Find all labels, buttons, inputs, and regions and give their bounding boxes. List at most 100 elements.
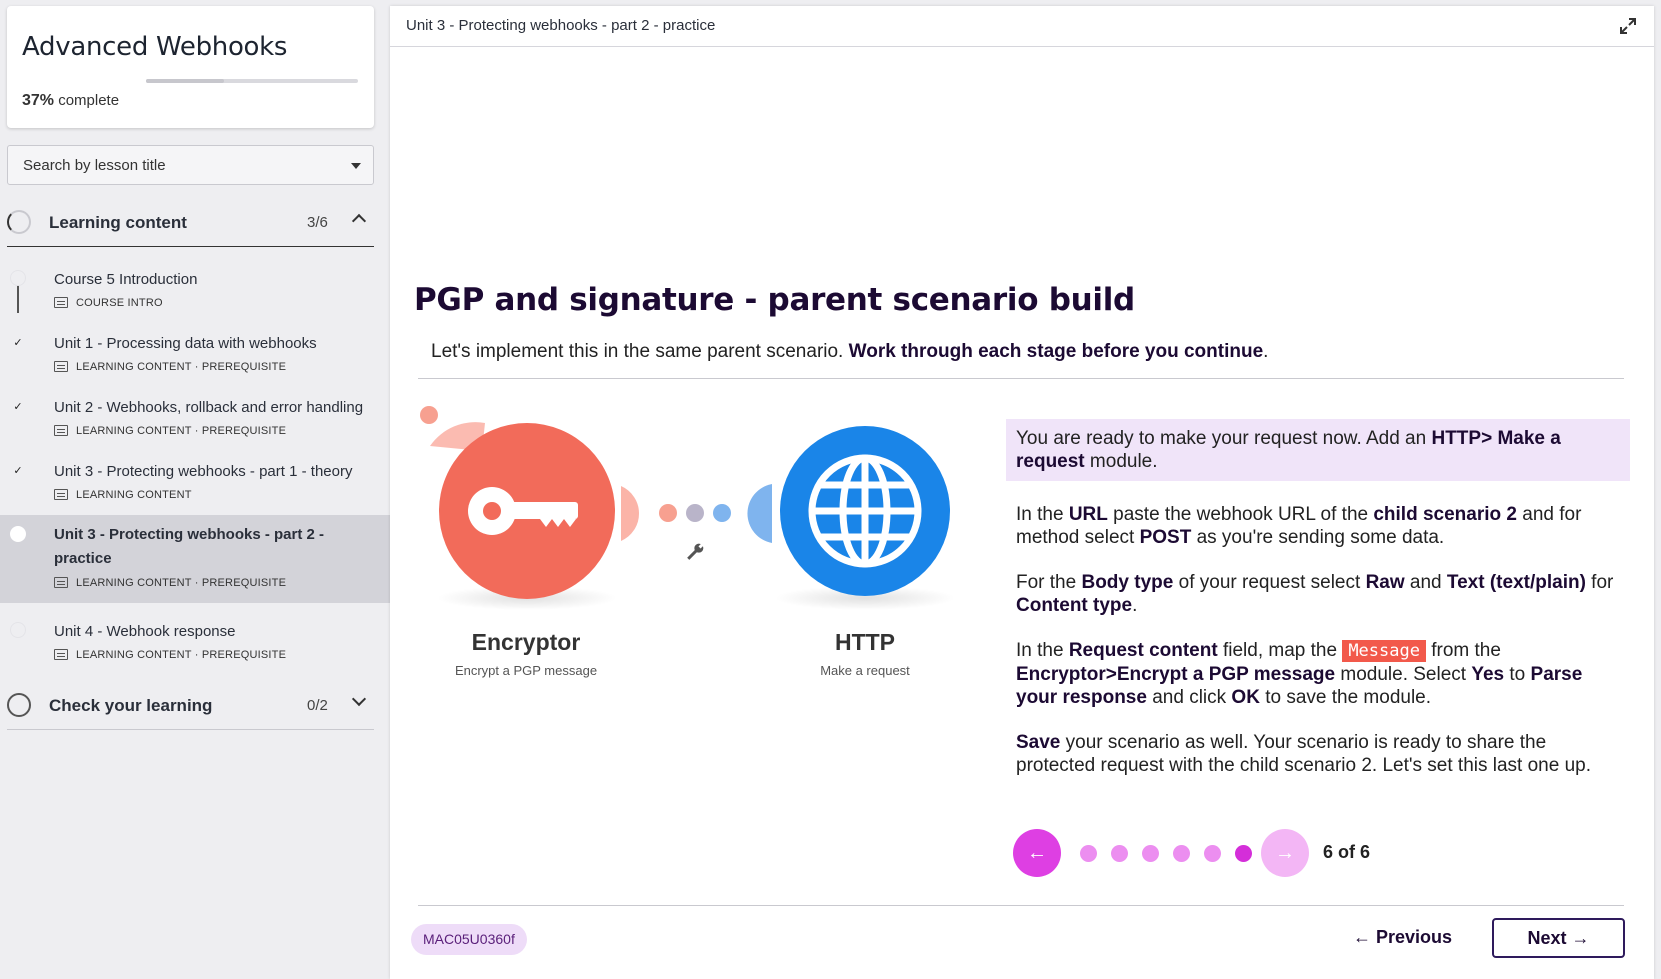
- lesson-title: Unit 3 - Protecting webhooks - part 2 - …: [54, 526, 325, 567]
- globe-icon: [808, 454, 922, 568]
- lesson-topbar: Unit 3 - Protecting webhooks - part 2 - …: [390, 6, 1654, 47]
- lesson-search-select[interactable]: Search by lesson title: [7, 145, 374, 185]
- progress-suffix: complete: [58, 92, 120, 109]
- text: For the: [1016, 572, 1082, 593]
- lesson-meta-text: LEARNING CONTENT · PREREQUISITE: [76, 577, 287, 589]
- section-check-your-learning[interactable]: Check your learning 0/2: [7, 680, 374, 730]
- chevron-up-icon[interactable]: [351, 213, 367, 229]
- arrow-right-icon: →: [1275, 841, 1295, 864]
- text-bold: Body type: [1081, 572, 1174, 593]
- text-bold: Yes: [1471, 664, 1505, 685]
- encryptor-action: Encrypt a PGP message: [455, 663, 597, 678]
- lesson-item[interactable]: Unit 4 - Webhook response LEARNING CONTE…: [0, 608, 390, 668]
- lesson-status-dot: [10, 526, 26, 542]
- search-label: Search by lesson title: [23, 157, 166, 174]
- lesson-item[interactable]: ✓ Unit 2 - Webhooks, rollback and error …: [0, 384, 390, 444]
- lesson-title: Unit 3 - Protecting webhooks - part 1 - …: [54, 463, 353, 480]
- course-sidebar: Advanced Webhooks 37% complete Search by…: [0, 0, 390, 979]
- text: In the: [1016, 504, 1069, 525]
- carousel-dot[interactable]: [1173, 845, 1190, 862]
- text: field, map the: [1217, 640, 1343, 661]
- lesson-title: Unit 4 - Webhook response: [54, 623, 236, 640]
- carousel-dot-active[interactable]: [1235, 845, 1252, 862]
- http-module: [747, 426, 955, 610]
- http-action: Make a request: [820, 663, 910, 678]
- lesson-meta-text: LEARNING CONTENT: [76, 489, 192, 501]
- text-bold: OK: [1231, 687, 1260, 708]
- text: of your request select: [1173, 572, 1366, 593]
- carousel-next-button[interactable]: →: [1261, 829, 1309, 877]
- step-paragraph: Save your scenario as well. Your scenari…: [1006, 731, 1630, 777]
- progress-ring-icon: [7, 693, 31, 717]
- section-count: 3/6: [307, 214, 328, 231]
- lesson-item[interactable]: ✓ Unit 3 - Protecting webhooks - part 1 …: [0, 448, 390, 508]
- step-content: You are ready to make your request now. …: [1006, 419, 1630, 777]
- text-bold: Encryptor>Encrypt a PGP message: [1016, 664, 1336, 685]
- lesson-code-badge: MAC05U0360f: [411, 924, 527, 955]
- text-bold: Content type: [1016, 595, 1133, 616]
- intro-bold: Work through each stage before you conti…: [848, 341, 1264, 362]
- carousel-dot[interactable]: [1080, 845, 1097, 862]
- lesson-item-active[interactable]: Unit 3 - Protecting webhooks - part 2 - …: [0, 515, 390, 603]
- progress-percent: 37%: [22, 92, 55, 109]
- text-bold: Raw: [1365, 572, 1405, 593]
- text: paste the webhook URL of the: [1107, 504, 1374, 525]
- divider: [418, 378, 1624, 379]
- progress-ring-icon: [7, 210, 31, 234]
- wrench-icon: [687, 542, 705, 560]
- carousel-prev-button[interactable]: ←: [1013, 829, 1061, 877]
- carousel-dot[interactable]: [1142, 845, 1159, 862]
- carousel-dot[interactable]: [1111, 845, 1128, 862]
- lesson-meta-text: LEARNING CONTENT · PREREQUISITE: [76, 425, 287, 437]
- lesson-title: Course 5 Introduction: [54, 271, 198, 288]
- section-learning-content[interactable]: Learning content 3/6: [7, 197, 374, 247]
- mapped-field-token: Message: [1342, 640, 1426, 662]
- encryptor-name: Encryptor: [472, 629, 581, 655]
- chevron-down-icon[interactable]: [351, 691, 367, 707]
- course-progress-card: Advanced Webhooks 37% complete: [7, 6, 374, 128]
- progress-text: 37% complete: [22, 92, 119, 110]
- carousel-dot[interactable]: [1204, 845, 1221, 862]
- arrow-left-icon: ←: [1353, 927, 1377, 947]
- progress-bar-fill: [146, 79, 225, 83]
- text: to: [1504, 664, 1531, 685]
- scenario-flow-diagram: Encryptor Encrypt a PGP message HTTP Mak…: [420, 406, 955, 678]
- slides-icon: [54, 425, 68, 436]
- intro-text: Let's implement this in the same parent …: [431, 341, 1268, 363]
- lesson-meta-text: LEARNING CONTENT · PREREQUISITE: [76, 361, 287, 373]
- slides-icon: [54, 649, 68, 660]
- arrow-right-icon: →: [1566, 927, 1590, 948]
- next-lesson-button[interactable]: Next →: [1492, 918, 1625, 958]
- text: .: [1132, 595, 1138, 616]
- breadcrumb: Unit 3 - Protecting webhooks - part 2 - …: [406, 17, 716, 34]
- check-icon: ✓: [10, 334, 26, 350]
- lesson-item[interactable]: Course 5 Introduction COURSE INTRO: [0, 256, 390, 316]
- step-paragraph: For the Body type of your request select…: [1006, 571, 1630, 617]
- lesson-meta: LEARNING CONTENT: [54, 489, 192, 501]
- lesson-status-dot: [10, 622, 26, 638]
- fullscreen-icon[interactable]: [1618, 16, 1638, 36]
- document-icon: [54, 297, 68, 308]
- lesson-heading: PGP and signature - parent scenario buil…: [414, 282, 1135, 318]
- intro-end: .: [1263, 341, 1269, 362]
- divider: [418, 905, 1624, 906]
- lesson-panel: Unit 3 - Protecting webhooks - part 2 - …: [390, 6, 1654, 979]
- section-title: Check your learning: [49, 696, 213, 715]
- next-label: Next: [1527, 927, 1567, 948]
- check-icon: ✓: [10, 462, 26, 478]
- text-bold: child scenario 2: [1373, 504, 1517, 525]
- intro-plain: Let's implement this in the same parent …: [431, 341, 849, 362]
- course-title: Advanced Webhooks: [22, 32, 288, 62]
- check-icon: ✓: [10, 398, 26, 414]
- connection-dots: [659, 504, 731, 522]
- text-bold: Request content: [1068, 640, 1218, 661]
- text: for: [1585, 572, 1614, 593]
- lesson-meta: LEARNING CONTENT · PREREQUISITE: [54, 649, 286, 661]
- lesson-item[interactable]: ✓ Unit 1 - Processing data with webhooks…: [0, 320, 390, 380]
- previous-lesson-link[interactable]: ← Previous: [1353, 927, 1452, 948]
- caret-down-icon: [351, 163, 361, 169]
- text: You are ready to make your request now. …: [1016, 428, 1432, 449]
- lesson-meta-text: LEARNING CONTENT · PREREQUISITE: [76, 649, 287, 661]
- lesson-meta: COURSE INTRO: [54, 297, 163, 309]
- slides-icon: [54, 361, 68, 372]
